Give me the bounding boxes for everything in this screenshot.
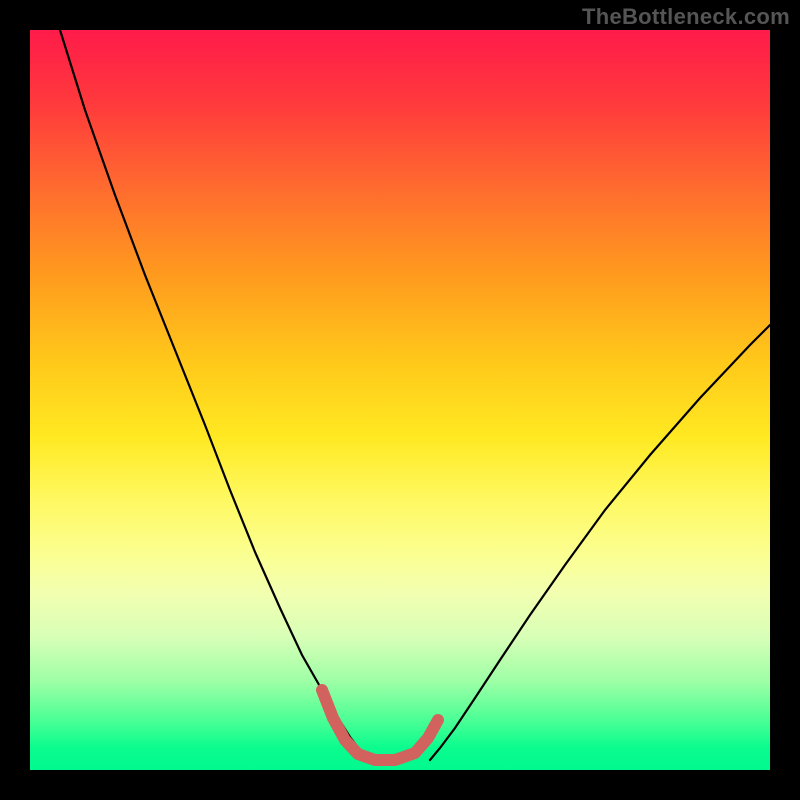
curve-right	[430, 325, 770, 760]
watermark-text: TheBottleneck.com	[582, 4, 790, 30]
highlight-bracket	[322, 690, 438, 760]
curve-left	[60, 30, 368, 760]
chart-svg	[30, 30, 770, 770]
chart-panel	[30, 30, 770, 770]
chart-stage: TheBottleneck.com	[0, 0, 800, 800]
